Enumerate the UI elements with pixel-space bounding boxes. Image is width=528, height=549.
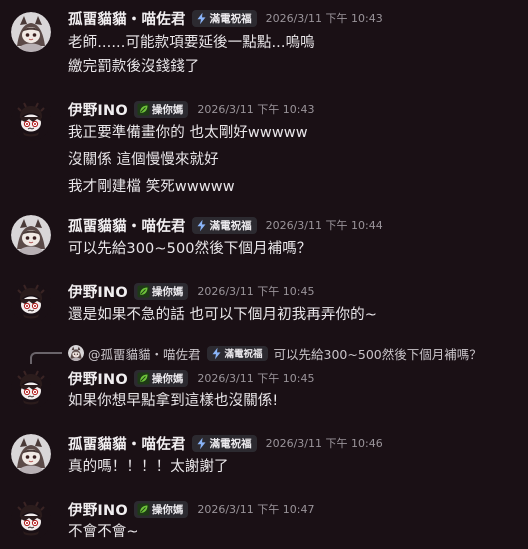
author-name[interactable]: 伊野INO bbox=[68, 99, 128, 120]
author-name[interactable]: 孤畱貓貓・喵佐君 bbox=[68, 215, 186, 236]
role-badge-label: 滿電祝福 bbox=[209, 12, 252, 25]
message-timestamp: 2026/3/11 下午 10:43 bbox=[197, 103, 315, 116]
leaf-icon bbox=[137, 285, 150, 298]
author-name[interactable]: 孤畱貓貓・喵佐君 bbox=[68, 8, 186, 29]
reply-role-badge: 滿電祝福 bbox=[206, 345, 268, 361]
message-timestamp: 2026/3/11 下午 10:44 bbox=[265, 219, 383, 232]
avatar[interactable] bbox=[11, 12, 51, 52]
avatar[interactable] bbox=[11, 500, 51, 540]
message-text: 還是如果不急的話 也可以下個月初我再弄你的~ bbox=[68, 307, 377, 323]
message-timestamp: 2026/3/11 下午 10:43 bbox=[265, 12, 383, 25]
message-timestamp: 2026/3/11 下午 10:46 bbox=[265, 437, 383, 450]
leaf-icon bbox=[137, 103, 150, 116]
avatar[interactable] bbox=[11, 215, 51, 255]
reply-badge-label: 滿電祝福 bbox=[224, 349, 263, 360]
role-badge[interactable]: 操你媽 bbox=[133, 100, 189, 118]
role-badge-label: 滿電祝福 bbox=[209, 219, 252, 232]
role-badge-label: 操你媽 bbox=[151, 503, 184, 516]
role-badge-label: 操你媽 bbox=[151, 285, 184, 298]
message-text: 可以先給300~500然後下個月補嗎？ bbox=[68, 241, 312, 257]
reply-avatar bbox=[68, 345, 84, 361]
role-badge-label: 操你媽 bbox=[151, 372, 184, 385]
role-badge[interactable]: 操你媽 bbox=[133, 500, 189, 518]
message-text: 老師......可能款項要延後一點點...嗚嗚 bbox=[68, 35, 315, 51]
role-badge[interactable]: 滿電祝福 bbox=[191, 216, 257, 234]
role-badge[interactable]: 操你媽 bbox=[133, 369, 189, 387]
author-name[interactable]: 伊野INO bbox=[68, 368, 128, 389]
author-name[interactable]: 伊野INO bbox=[68, 281, 128, 302]
reply-author[interactable]: @孤畱貓貓・喵佐君 bbox=[88, 344, 201, 363]
message-text: 沒關係 這個慢慢來就好 bbox=[68, 152, 219, 168]
lightning-icon bbox=[195, 219, 208, 232]
role-badge-label: 操你媽 bbox=[151, 103, 184, 116]
message-text: 繳完罰款後沒錢錢了 bbox=[68, 59, 200, 75]
message-timestamp: 2026/3/11 下午 10:45 bbox=[197, 285, 315, 298]
leaf-icon bbox=[137, 372, 150, 385]
author-name[interactable]: 伊野INO bbox=[68, 499, 128, 520]
lightning-icon bbox=[210, 347, 223, 360]
lightning-icon bbox=[195, 437, 208, 450]
lightning-icon bbox=[195, 12, 208, 25]
avatar[interactable] bbox=[11, 369, 51, 409]
role-badge[interactable]: 操你媽 bbox=[133, 282, 189, 300]
leaf-icon bbox=[137, 503, 150, 516]
message-text: 不會不會~ bbox=[68, 524, 139, 540]
message-text: 如果你想早點拿到這樣也沒關係! bbox=[68, 393, 279, 409]
reply-reference[interactable]: @孤畱貓貓・喵佐君 滿電祝福 可以先給300~500然後下個月補嗎？ bbox=[30, 343, 482, 364]
message-timestamp: 2026/3/11 下午 10:45 bbox=[197, 372, 315, 385]
chat-log: 孤畱貓貓・喵佐君 滿電祝福 2026/3/11 下午 10:43 老師.....… bbox=[0, 0, 528, 549]
role-badge-label: 滿電祝福 bbox=[209, 437, 252, 450]
message-text: 我正要準備畫你的 也太剛好wwwww bbox=[68, 125, 308, 141]
role-badge[interactable]: 滿電祝福 bbox=[191, 9, 257, 27]
message-timestamp: 2026/3/11 下午 10:47 bbox=[197, 503, 315, 516]
avatar[interactable] bbox=[11, 434, 51, 474]
reply-text: 可以先給300~500然後下個月補嗎？ bbox=[273, 346, 482, 362]
message-text: 我才剛建檔 笑死wwwww bbox=[68, 179, 235, 195]
reply-connector bbox=[30, 352, 62, 364]
author-name[interactable]: 孤畱貓貓・喵佐君 bbox=[68, 433, 186, 454]
message-text: 真的嗎！！！！太謝謝了 bbox=[68, 459, 229, 475]
role-badge[interactable]: 滿電祝福 bbox=[191, 434, 257, 452]
avatar[interactable] bbox=[11, 101, 51, 141]
avatar[interactable] bbox=[11, 283, 51, 323]
